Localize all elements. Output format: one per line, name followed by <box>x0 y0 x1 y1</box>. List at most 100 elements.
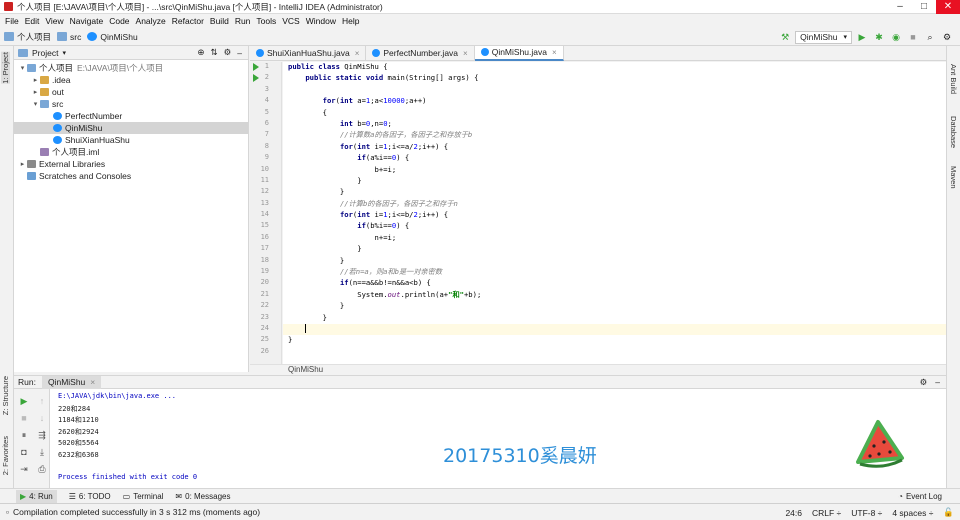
gear-icon[interactable]: ⚙ <box>920 377 928 388</box>
debug-icon[interactable]: ✱ <box>872 30 886 44</box>
menu-window[interactable]: Window <box>303 16 339 26</box>
code-line[interactable]: public static void main(String[] args) { <box>283 73 946 84</box>
expand-arrow-icon[interactable]: ▸ <box>18 160 27 168</box>
tree-item[interactable]: 个人项目.iml <box>14 146 248 158</box>
coverage-icon[interactable]: ◉ <box>889 30 903 44</box>
code-line[interactable]: for(int a=1;a<10000;a++) <box>283 96 946 107</box>
line-number[interactable]: 4 <box>250 96 281 107</box>
lock-icon[interactable]: 🔓 <box>943 507 954 518</box>
code-line[interactable]: System.out.println(a+"和"+b); <box>283 290 946 301</box>
code-line[interactable]: for(int i=1;i<=b/2;i++) { <box>283 210 946 221</box>
code-line[interactable] <box>283 85 946 96</box>
down-arrow-icon[interactable]: ↓ <box>36 412 48 424</box>
line-number[interactable]: 11 <box>250 176 281 187</box>
menu-tools[interactable]: Tools <box>253 16 279 26</box>
code-line[interactable]: } <box>283 176 946 187</box>
menu-build[interactable]: Build <box>207 16 232 26</box>
line-number[interactable]: 15 <box>250 221 281 232</box>
line-number[interactable]: 1 <box>250 62 281 73</box>
close-tab-icon[interactable]: × <box>355 49 360 58</box>
editor-tab[interactable]: PerfectNumber.java × <box>366 45 475 61</box>
todo-tool-button[interactable]: ☰ 6: TODO <box>69 492 111 501</box>
menu-view[interactable]: View <box>42 16 66 26</box>
line-number[interactable]: 5 <box>250 108 281 119</box>
close-tab-icon[interactable]: × <box>90 377 95 387</box>
expand-arrow-icon[interactable]: ▾ <box>31 100 40 108</box>
messages-tool-button[interactable]: ✉ 0: Messages <box>175 492 230 501</box>
expand-arrow-icon[interactable]: ▸ <box>31 88 40 96</box>
run-gutter-icon[interactable] <box>253 63 259 71</box>
tree-item[interactable]: ▾ src <box>14 98 248 110</box>
code-line[interactable]: //计算数a的各因子，各因子之和存放于b <box>283 130 946 141</box>
code-line[interactable]: //若n=a，则a和b是一对亲密数 <box>283 267 946 278</box>
file-encoding[interactable]: UTF-8 ÷ <box>851 508 882 518</box>
code-line[interactable] <box>283 347 946 358</box>
menu-navigate[interactable]: Navigate <box>67 16 107 26</box>
tree-item[interactable]: ▸ .idea <box>14 74 248 86</box>
breadcrumb-class[interactable]: QinMiShu <box>87 32 138 42</box>
editor-tab[interactable]: ShuiXianHuaShu.java × <box>250 45 367 61</box>
event-log-button[interactable]: ◔ Event Log <box>898 492 942 501</box>
line-number[interactable]: 14 <box>250 210 281 221</box>
menu-run[interactable]: Run <box>232 16 254 26</box>
code-line[interactable]: if(b%i==0) { <box>283 221 946 232</box>
terminal-tool-button[interactable]: ▭ Terminal <box>123 492 164 501</box>
code-line[interactable]: } <box>283 187 946 198</box>
breadcrumb-project[interactable]: 个人项目 <box>4 31 51 43</box>
run-gutter-icon[interactable] <box>253 74 259 83</box>
indent-setting[interactable]: 4 spaces ÷ <box>892 508 933 518</box>
project-view-select[interactable]: Project <box>32 48 58 58</box>
menu-edit[interactable]: Edit <box>22 16 43 26</box>
line-number[interactable]: 20 <box>250 278 281 289</box>
line-number[interactable]: 18 <box>250 256 281 267</box>
tree-item[interactable]: QinMiShu <box>14 122 248 134</box>
favorites-tool-button[interactable]: 2: Favorites <box>1 436 10 475</box>
minimize-button[interactable]: – <box>888 0 912 14</box>
code-line[interactable]: } <box>283 301 946 312</box>
code-line[interactable]: int b=0,n=0; <box>283 119 946 130</box>
menu-refactor[interactable]: Refactor <box>169 16 207 26</box>
settings-icon[interactable]: ⚙ <box>940 30 954 44</box>
line-number[interactable]: 17 <box>250 244 281 255</box>
line-number[interactable]: 10 <box>250 165 281 176</box>
stop-icon[interactable]: ■ <box>18 412 30 424</box>
gear-icon[interactable]: ⚙ <box>224 47 232 58</box>
menu-code[interactable]: Code <box>106 16 132 26</box>
project-tool-button[interactable]: 1: Project <box>1 52 10 84</box>
caret-position[interactable]: 24:6 <box>785 508 802 518</box>
expand-arrow-icon[interactable]: ▾ <box>18 64 27 72</box>
search-icon[interactable]: ⌕ <box>923 30 937 44</box>
line-separator[interactable]: CRLF ÷ <box>812 508 841 518</box>
line-number[interactable]: 2 <box>250 73 281 84</box>
menu-vcs[interactable]: VCS <box>279 16 302 26</box>
code-line[interactable]: if(a%i==0) { <box>283 153 946 164</box>
code-line[interactable]: //计算b的各因子，各因子之和存于n <box>283 199 946 210</box>
code-line[interactable]: b+=i; <box>283 165 946 176</box>
camera-icon[interactable]: ◘ <box>18 446 30 458</box>
line-number[interactable]: 25 <box>250 335 281 346</box>
code-editor[interactable]: public class QinMiShu { public static vo… <box>283 62 946 364</box>
menu-file[interactable]: File <box>2 16 22 26</box>
close-tab-icon[interactable]: × <box>463 49 468 58</box>
line-number[interactable]: 26 <box>250 347 281 358</box>
close-tab-icon[interactable]: × <box>552 48 557 57</box>
line-number[interactable]: 24 <box>250 324 281 335</box>
tree-item[interactable]: ▸ out <box>14 86 248 98</box>
code-line[interactable]: } <box>283 244 946 255</box>
line-number[interactable]: 21 <box>250 290 281 301</box>
run-icon[interactable]: ▶ <box>855 30 869 44</box>
code-line[interactable]: { <box>283 108 946 119</box>
run-console[interactable]: E:\JAVA\jdk\bin\java.exe ... 220和284 1184和… <box>50 389 946 489</box>
breadcrumb-src[interactable]: src <box>57 32 81 42</box>
rerun-icon[interactable]: ▶ <box>18 395 30 407</box>
code-line[interactable]: } <box>283 335 946 346</box>
hide-icon[interactable]: – <box>237 48 242 58</box>
code-line[interactable]: n+=i; <box>283 233 946 244</box>
tree-item[interactable]: ▾ 个人项目 E:\JAVA\项目\个人项目 <box>14 62 248 74</box>
tree-item[interactable]: PerfectNumber <box>14 110 248 122</box>
line-number[interactable]: 6 <box>250 119 281 130</box>
code-line[interactable]: public class QinMiShu { <box>283 62 946 73</box>
run-tool-button[interactable]: ▶ 4: Run <box>16 489 57 503</box>
line-number[interactable]: 8 <box>250 142 281 153</box>
locate-icon[interactable]: ⊕ <box>197 47 204 58</box>
